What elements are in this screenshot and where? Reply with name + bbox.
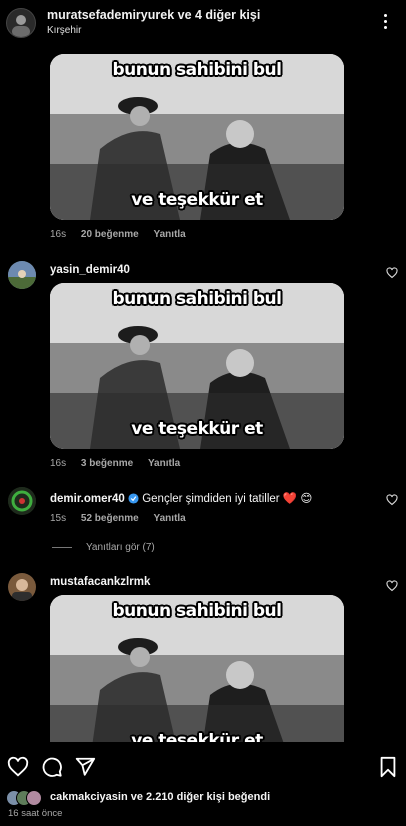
comment-time: 16s bbox=[50, 229, 67, 240]
comment-username[interactable]: mustafacankzlrmk bbox=[50, 576, 150, 588]
heart-icon[interactable] bbox=[386, 267, 398, 279]
verified-icon bbox=[128, 493, 139, 504]
reply-button[interactable]: Yanıtla bbox=[148, 458, 180, 469]
comment-likes[interactable]: 20 beğenme bbox=[81, 229, 139, 240]
comment-username[interactable]: demir.omer40 bbox=[50, 493, 125, 505]
comment-meta: 16s 20 beğenme Yanıtla bbox=[50, 229, 198, 240]
comment-time: 16s bbox=[50, 458, 67, 469]
avatar[interactable] bbox=[8, 261, 36, 289]
comment-gif[interactable]: bunun sahibini bul ve teşekkür et bbox=[50, 595, 344, 761]
reply-button[interactable]: Yanıtla bbox=[154, 229, 186, 240]
comment-time: 15s bbox=[50, 513, 67, 524]
meme-top-caption: bunun sahibini bul bbox=[112, 601, 282, 621]
avatar[interactable] bbox=[8, 487, 36, 515]
meme-bottom-caption: ve teşekkür et bbox=[131, 419, 263, 439]
comment-likes[interactable]: 3 beğenme bbox=[81, 458, 133, 469]
bookmark-icon[interactable] bbox=[378, 756, 398, 778]
comment-meta: 16s 3 beğenme Yanıtla bbox=[50, 458, 192, 469]
comment-username[interactable]: yasin_demir40 bbox=[50, 264, 130, 276]
post-location[interactable]: Kırşehir bbox=[47, 25, 81, 36]
view-replies-button[interactable]: Yanıtları gör (7) bbox=[86, 542, 155, 553]
comment-icon[interactable] bbox=[41, 756, 63, 778]
avatar[interactable] bbox=[8, 573, 36, 601]
meme-bottom-caption: ve teşekkür et bbox=[131, 190, 263, 210]
comment-gif[interactable]: bunun sahibini bul ve teşekkür et bbox=[50, 283, 344, 449]
post-header: muratsefademiryurek ve 4 diğer kişi Kırş… bbox=[0, 0, 406, 44]
comment-body: demir.omer40 Gençler şimdiden iyi tatill… bbox=[50, 491, 312, 505]
comment-likes[interactable]: 52 beğenme bbox=[81, 513, 139, 524]
comment-gif[interactable]: bunun sahibini bul ve teşekkür et bbox=[50, 54, 344, 220]
comment-meta: 15s 52 beğenme Yanıtla bbox=[50, 513, 198, 524]
heart-icon[interactable] bbox=[386, 580, 398, 592]
meme-top-caption: bunun sahibini bul bbox=[112, 289, 282, 309]
heart-icon[interactable] bbox=[386, 494, 398, 506]
post-time: 16 saat önce bbox=[8, 808, 63, 819]
post-author-title[interactable]: muratsefademiryurek ve 4 diğer kişi bbox=[47, 8, 260, 22]
liked-by-text[interactable]: cakmakciyasin ve 2.210 diğer kişi beğend… bbox=[50, 791, 270, 803]
replies-divider bbox=[52, 547, 72, 548]
share-icon[interactable] bbox=[74, 756, 96, 778]
avatar[interactable] bbox=[6, 8, 36, 38]
heart-icon[interactable] bbox=[7, 756, 29, 778]
more-icon[interactable] bbox=[378, 12, 394, 32]
meme-top-caption: bunun sahibini bul bbox=[112, 60, 282, 80]
reply-button[interactable]: Yanıtla bbox=[154, 513, 186, 524]
comment-text: Gençler şimdiden iyi tatiller ❤️ 😊 bbox=[142, 493, 313, 505]
post-actions: cakmakciyasin ve 2.210 diğer kişi beğend… bbox=[0, 742, 406, 826]
liked-by-avatars[interactable] bbox=[6, 790, 50, 806]
